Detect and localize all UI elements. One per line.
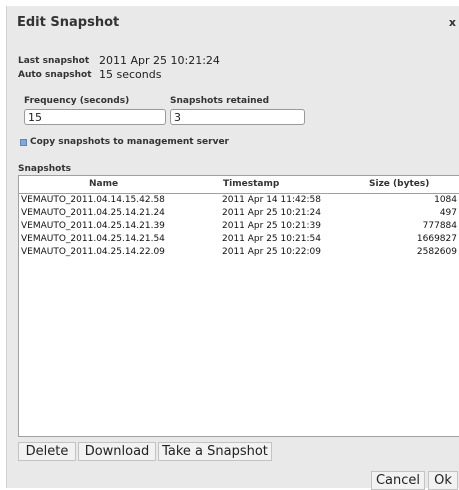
- cell-name: VEMAUTO_2011.04.25.14.21.54: [21, 234, 165, 244]
- table-row[interactable]: VEMAUTO_2011.04.25.14.21.54 2011 Apr 25 …: [19, 233, 459, 246]
- cell-size: 1084: [434, 195, 457, 205]
- table-header: Name Timestamp Size (bytes): [19, 176, 459, 194]
- frequency-input[interactable]: [24, 109, 166, 125]
- column-header-timestamp[interactable]: Timestamp: [223, 179, 279, 189]
- cell-timestamp: 2011 Apr 25 10:21:24: [222, 208, 321, 218]
- dialog-title: Edit Snapshot: [17, 15, 120, 30]
- table-row[interactable]: VEMAUTO_2011.04.25.14.21.24 2011 Apr 25 …: [19, 207, 459, 220]
- download-button[interactable]: Download: [78, 442, 156, 461]
- last-snapshot-value: 2011 Apr 25 10:21:24: [99, 54, 220, 67]
- edit-snapshot-dialog: Edit Snapshot x Last snapshot 2011 Apr 2…: [6, 6, 459, 490]
- cell-size: 1669827: [416, 234, 457, 244]
- snapshots-section-label: Snapshots: [18, 164, 72, 174]
- cell-timestamp: 2011 Apr 25 10:21:54: [222, 234, 321, 244]
- table-row[interactable]: VEMAUTO_2011.04.25.14.22.09 2011 Apr 25 …: [19, 246, 459, 259]
- cell-timestamp: 2011 Apr 14 11:42:58: [222, 195, 321, 205]
- close-icon[interactable]: x: [449, 16, 456, 29]
- copy-to-server-label: Copy snapshots to management server: [30, 137, 229, 147]
- cell-size: 497: [439, 208, 457, 218]
- delete-button[interactable]: Delete: [18, 442, 76, 461]
- last-snapshot-label: Last snapshot: [18, 56, 90, 66]
- cell-name: VEMAUTO_2011.04.25.14.21.24: [21, 208, 165, 218]
- frequency-label: Frequency (seconds): [24, 96, 130, 106]
- cell-timestamp: 2011 Apr 25 10:21:39: [222, 221, 321, 231]
- table-row[interactable]: VEMAUTO_2011.04.25.14.21.39 2011 Apr 25 …: [19, 220, 459, 233]
- ok-button[interactable]: Ok: [428, 471, 458, 490]
- cell-timestamp: 2011 Apr 25 10:22:09: [222, 247, 321, 257]
- snapshots-retained-input[interactable]: [170, 109, 305, 125]
- cell-size: 777884: [422, 221, 457, 231]
- table-row[interactable]: VEMAUTO_2011.04.14.15.42.58 2011 Apr 14 …: [19, 194, 459, 207]
- copy-to-server-checkbox[interactable]: [20, 139, 27, 146]
- cell-name: VEMAUTO_2011.04.25.14.22.09: [21, 247, 165, 257]
- cell-name: VEMAUTO_2011.04.14.15.42.58: [21, 195, 165, 205]
- cancel-button[interactable]: Cancel: [371, 471, 425, 490]
- cell-size: 2582609: [416, 247, 457, 257]
- snapshots-retained-label: Snapshots retained: [170, 96, 270, 106]
- auto-snapshot-label: Auto snapshot: [18, 70, 92, 80]
- column-header-name[interactable]: Name: [89, 179, 118, 189]
- snapshots-table: Name Timestamp Size (bytes) VEMAUTO_2011…: [18, 175, 459, 437]
- auto-snapshot-value: 15 seconds: [99, 68, 162, 81]
- column-header-size[interactable]: Size (bytes): [369, 179, 429, 189]
- cell-name: VEMAUTO_2011.04.25.14.21.39: [21, 221, 165, 231]
- take-snapshot-button[interactable]: Take a Snapshot: [158, 442, 272, 461]
